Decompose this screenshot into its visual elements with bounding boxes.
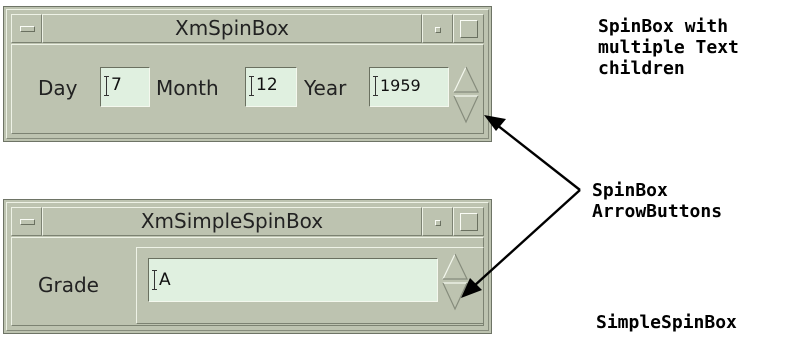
pointer-line-lower	[473, 189, 581, 287]
pointer-line-upper	[496, 124, 581, 191]
annotation-pointers	[461, 115, 581, 298]
